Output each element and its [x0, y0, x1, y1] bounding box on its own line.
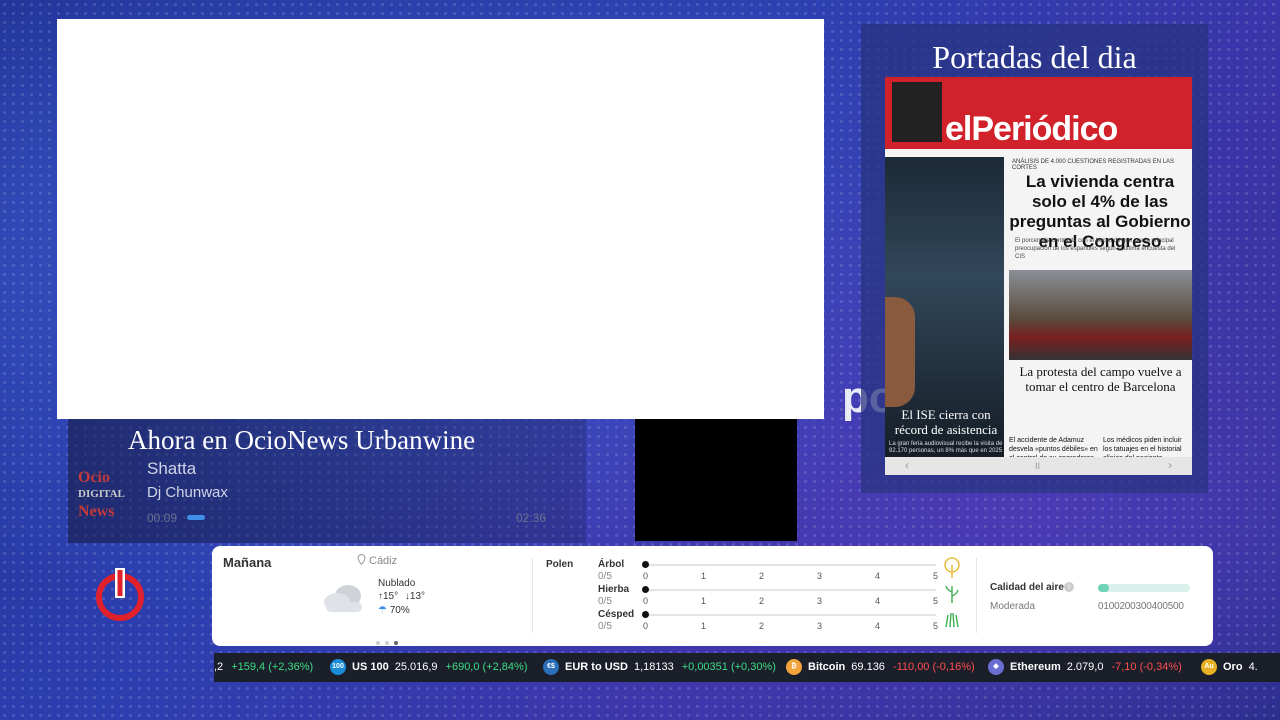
newspaper-cover[interactable]: elPeriódico ANÁLISIS DE 4.000 CUESTIONES…: [885, 77, 1192, 475]
ticker-name: Ethereum: [1010, 661, 1061, 673]
pollen-row-cesped: Césped 0/5 012345: [598, 609, 968, 635]
ethereum-icon: ◆: [988, 659, 1004, 676]
air-quality-bar: [1098, 584, 1190, 592]
pollen-name: Árbol: [598, 559, 625, 570]
cloud-icon: [324, 585, 362, 612]
song-artist: Dj Chunwax: [147, 484, 228, 501]
gold-icon: Au: [1201, 659, 1217, 676]
cover-kicker: ANÁLISIS DE 4.000 CUESTIONES REGISTRADAS…: [1012, 159, 1175, 171]
black-panel: [635, 419, 797, 541]
song-title: Shatta: [147, 459, 197, 478]
tree-icon: [944, 557, 960, 578]
cover-left-headline: El ISE cierra con récord de asistencia: [894, 407, 998, 437]
ticker-change: +0,00351 (+0,30%): [681, 661, 776, 673]
ticker-item[interactable]: ,2 +159,4 (+2,36%): [214, 653, 313, 682]
front-pages-title: Portadas del dia: [932, 39, 1137, 75]
newspaper-masthead: elPeriódico: [945, 110, 1118, 148]
temperature-range: ↑15° ↓13°: [378, 591, 425, 602]
forecast-day: Mañana: [223, 555, 272, 570]
elapsed-time: 00:09: [147, 511, 178, 525]
pollen-marker: [642, 561, 649, 568]
video-player[interactable]: [57, 19, 824, 419]
location: Cádiz: [357, 554, 397, 567]
ticker-value: 25.016,9: [394, 661, 438, 673]
temp-low: 13°: [409, 591, 426, 602]
playback-progress: [187, 515, 205, 520]
info-icon[interactable]: i: [1064, 582, 1074, 592]
umbrella-icon: ☂: [378, 605, 387, 616]
now-playing-title: Ahora en OcioNews Urbanwine: [128, 425, 476, 455]
ticker-value: 2.079,0: [1066, 661, 1104, 673]
market-ticker: ,2 +159,4 (+2,36%) 100 US 100 25.016,9 +690,…: [214, 653, 1280, 682]
now-playing-panel: Ahora en OcioNews Urbanwine Ocio DIGITAL…: [68, 419, 586, 543]
pollen-marker: [642, 611, 649, 618]
newspaper-header: elPeriódico: [885, 77, 1192, 149]
cover-lead: El porcentaje contrasta con el hecho de …: [1015, 238, 1176, 260]
ticker-change: +690,0 (+2,84%): [445, 661, 528, 673]
pollen-value: 0/5: [598, 571, 612, 582]
ticker-name: Oro: [1223, 661, 1243, 673]
pollen-name: Césped: [598, 609, 635, 620]
total-time: 02:36: [515, 511, 546, 525]
pollen-marker: [642, 586, 649, 593]
ticker-change: -7,10 (-0,34%): [1111, 661, 1182, 673]
portrait-image: [885, 297, 915, 407]
bitcoin-icon: ₿: [786, 659, 802, 676]
ticker-value: 1,18133: [633, 661, 674, 673]
ticker-value: 69.136: [851, 661, 885, 673]
herb-icon: [945, 585, 959, 603]
pollen-track: [646, 589, 936, 591]
currency-icon: €$: [543, 659, 559, 676]
front-pages-panel: Portadas del dia elPeriódico ANÁLISIS DE…: [861, 24, 1208, 493]
divider: [976, 558, 977, 633]
weather-condition: Nublado: [378, 578, 416, 589]
ticker-item[interactable]: ◆ Ethereum 2.079,0 -7,10 (-0,34%): [988, 653, 1182, 682]
ticker-item[interactable]: 100 US 100 25.016,9 +690,0 (+2,84%): [330, 653, 527, 682]
air-quality-scale: 0100200300400500: [1098, 601, 1184, 612]
ticker-name: US 100: [352, 661, 389, 673]
pollen-row-arbol: Árbol 0/5 012345: [598, 557, 968, 585]
ticker-change: +159,4 (+2,36%): [231, 661, 314, 673]
carousel-dots[interactable]: [376, 632, 406, 645]
ocionews-logo: Ocio DIGITAL News: [78, 469, 125, 520]
divider: [532, 558, 533, 633]
cover-second-headline: La protesta del campo vuelve a tomar el …: [1019, 364, 1182, 394]
ticker-item[interactable]: €$ EUR to USD 1,18133 +0,00351 (+0,30%): [543, 653, 776, 682]
power-icon[interactable]: [95, 568, 145, 622]
cover-left-sub: La gran feria audiovisual recibe la visi…: [889, 441, 1003, 454]
rain-value: 70%: [389, 605, 410, 616]
prev-arrow-icon[interactable]: ‹: [905, 458, 909, 472]
ticker-name: EUR to USD: [565, 661, 628, 673]
location-name: Cádiz: [369, 555, 398, 567]
air-quality-fill: [1098, 584, 1110, 592]
temp-high: 15°: [383, 591, 399, 602]
ticker-change: -110,00 (-0,16%): [892, 661, 975, 673]
air-quality-level: Moderada: [990, 601, 1036, 612]
ticker-item[interactable]: ₿ Bitcoin 69.136 -110,00 (-0,16%): [786, 653, 975, 682]
ticker-value: ,2: [214, 661, 224, 673]
air-quality-label: Calidad del aire: [990, 582, 1064, 593]
rain-chance: ☂ 70%: [378, 605, 410, 616]
ticker-item[interactable]: Au Oro 4.: [1201, 653, 1266, 682]
ticker-value: 4.: [1248, 661, 1258, 673]
pollen-name: Hierba: [598, 584, 630, 595]
next-arrow-icon[interactable]: ›: [1168, 458, 1172, 472]
pollen-value: 0/5: [598, 621, 612, 632]
grass-icon: [945, 612, 959, 628]
pause-icon[interactable]: II: [1035, 461, 1040, 471]
pollen-track: [646, 614, 936, 616]
ticker-name: Bitcoin: [808, 661, 846, 673]
pollen-label: Polen: [546, 559, 574, 570]
cover-nav: ‹ II ›: [885, 457, 1192, 475]
cover-photo-tractors: [1009, 270, 1192, 360]
pollen-track: [646, 564, 936, 566]
us100-icon: 100: [330, 659, 346, 676]
pollen-value: 0/5: [598, 596, 612, 607]
pollen-row-hierba: Hierba 0/5 012345: [598, 584, 968, 610]
location-pin-icon: [357, 554, 366, 566]
olympic-image: [892, 82, 942, 142]
weather-widget: Mañana Cádiz Nublado ↑15° ↓13° ☂ 70% Pol…: [212, 546, 1213, 646]
